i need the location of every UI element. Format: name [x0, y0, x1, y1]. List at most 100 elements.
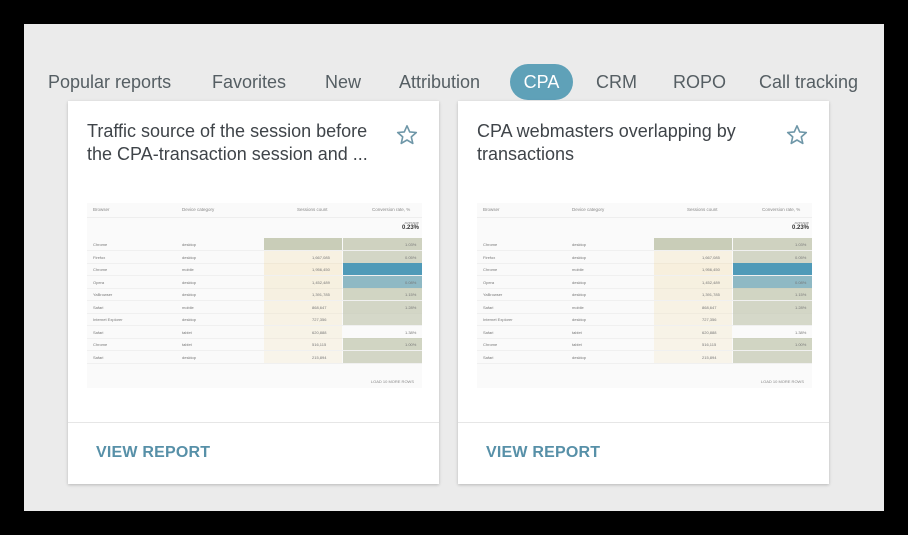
- reports-panel: Popular reports Favorites New Attributio…: [24, 24, 884, 511]
- rate-heat-cell: [733, 313, 812, 325]
- tab-call-tracking[interactable]: Call tracking: [759, 64, 858, 100]
- average-indicator: average 0.23%: [401, 220, 419, 231]
- rate-cell: 1.28%: [405, 304, 417, 310]
- table-row: YaBrowser desktop 1,391,785 1.15%: [477, 288, 812, 301]
- rate-cell: 0.05%: [405, 254, 417, 260]
- browser-cell: Chrome: [483, 242, 498, 247]
- device-cell: mobile: [182, 304, 194, 310]
- load-more-link: LOAD 10 MORE ROWS: [760, 379, 804, 384]
- device-cell: desktop: [182, 354, 197, 360]
- card-divider: [68, 422, 439, 423]
- browser-cell: Safari: [93, 304, 104, 310]
- load-more-link: LOAD 10 MORE ROWS: [370, 379, 414, 384]
- sessions-cell: 1,667,085: [312, 254, 330, 260]
- browser-cell: Safari: [483, 304, 494, 310]
- browser-cell: Safari: [483, 329, 494, 335]
- rate-heat-cell: [343, 263, 422, 275]
- sessions-cell: 620,888: [312, 329, 327, 335]
- rate-cell: 1.38%: [405, 329, 417, 335]
- rate-heat-cell: [733, 263, 812, 275]
- table-row: YaBrowser desktop 1,391,785 1.15%: [87, 288, 422, 301]
- sessions-heat-cell: [654, 250, 732, 263]
- sessions-heat-cell: [654, 275, 732, 288]
- table-row: Safari mobile 868,647 1.28%: [87, 300, 422, 314]
- device-cell: mobile: [182, 267, 194, 272]
- sessions-cell: 868,647: [702, 304, 717, 310]
- table-row: Chrome tablet 516,115 1.00%: [87, 338, 422, 351]
- sessions-heat-cell: [264, 275, 342, 288]
- device-cell: desktop: [182, 242, 197, 247]
- browser-cell: Firefox: [483, 254, 496, 260]
- star-icon[interactable]: [395, 123, 419, 147]
- report-card-title: CPA webmasters overlapping by transactio…: [477, 121, 736, 164]
- table-row: Opera desktop 1,452,489 0.08%: [87, 275, 422, 289]
- sessions-cell: 1,452,489: [312, 279, 330, 285]
- browser-cell: Chrome: [93, 267, 108, 272]
- sessions-heat-cell: [264, 238, 342, 250]
- device-cell: mobile: [572, 304, 584, 310]
- rate-cell: 1.03%: [795, 242, 807, 247]
- column-header: Sessions count: [297, 207, 328, 212]
- device-cell: desktop: [572, 242, 587, 247]
- device-cell: desktop: [182, 292, 197, 297]
- table-row: Safari tablet 620,888 1.38%: [477, 325, 812, 339]
- star-icon[interactable]: [785, 123, 809, 147]
- column-header: Device category: [182, 207, 215, 212]
- average-value: 0.23%: [401, 225, 419, 231]
- column-header: Browser: [93, 207, 110, 212]
- sessions-cell: 1,391,785: [312, 292, 330, 297]
- tab-new[interactable]: New: [325, 64, 361, 100]
- rate-cell: 0.08%: [405, 279, 417, 285]
- column-header: Conversion rate, %: [372, 207, 411, 212]
- browser-cell: Chrome: [483, 342, 498, 347]
- table-row: Firefox desktop 1,667,085 0.05%: [87, 250, 422, 264]
- rate-cell: 0.05%: [795, 254, 807, 260]
- rate-cell: 1.38%: [795, 329, 807, 335]
- sessions-heat-cell: [654, 300, 732, 313]
- rate-cell: 0.08%: [795, 279, 807, 285]
- sessions-heat-cell: [264, 263, 342, 275]
- sessions-heat-cell: [264, 313, 342, 325]
- tab-favorites[interactable]: Favorites: [212, 64, 286, 100]
- browser-cell: YaBrowser: [483, 292, 503, 297]
- browser-cell: Internet Explorer: [93, 317, 123, 322]
- browser-cell: Firefox: [93, 254, 106, 260]
- browser-cell: Safari: [93, 329, 104, 335]
- device-cell: tablet: [572, 329, 582, 335]
- device-cell: desktop: [182, 317, 197, 322]
- rate-cell: 1.15%: [795, 292, 807, 297]
- tab-cpa[interactable]: CPA: [510, 64, 573, 100]
- device-cell: desktop: [182, 279, 197, 285]
- table-row: Firefox desktop 1,667,085 0.05%: [477, 250, 812, 264]
- tab-popular-reports[interactable]: Popular reports: [48, 64, 171, 100]
- rate-cell: 1.00%: [405, 342, 417, 347]
- sessions-cell: 727,356: [702, 317, 717, 322]
- tab-crm[interactable]: CRM: [596, 64, 637, 100]
- table-row: Safari tablet 620,888 1.38%: [87, 325, 422, 339]
- browser-cell: Chrome: [93, 242, 108, 247]
- browser-cell: Safari: [93, 354, 104, 360]
- sessions-cell: 1,391,785: [702, 292, 720, 297]
- table-header: Browser Device category Sessions count Conv…: [477, 203, 812, 218]
- sessions-heat-cell: [654, 338, 732, 350]
- rate-cell: 1.28%: [795, 304, 807, 310]
- tab-attribution[interactable]: Attribution: [399, 64, 480, 100]
- device-cell: tablet: [182, 342, 192, 347]
- column-header: Device category: [572, 207, 605, 212]
- browser-cell: Opera: [483, 279, 495, 285]
- sessions-cell: 1,452,489: [702, 279, 720, 285]
- sessions-cell: 1,956,450: [312, 267, 330, 272]
- table-row: Opera desktop 1,452,489 0.08%: [477, 275, 812, 289]
- table-row: Chrome desktop 1.03%: [87, 238, 422, 251]
- browser-cell: Internet Explorer: [483, 317, 513, 322]
- view-report-button[interactable]: VIEW REPORT: [96, 444, 210, 462]
- view-report-button[interactable]: VIEW REPORT: [486, 444, 600, 462]
- sessions-heat-cell: [264, 288, 342, 300]
- device-cell: desktop: [572, 354, 587, 360]
- report-category-tabs: Popular reports Favorites New Attributio…: [24, 64, 884, 100]
- report-card: Traffic source of the session before the…: [68, 101, 439, 484]
- tab-ropo[interactable]: ROPO: [673, 64, 726, 100]
- table-row: Chrome tablet 516,115 1.00%: [477, 338, 812, 351]
- rate-heat-cell: [733, 350, 812, 363]
- table-row: Chrome mobile 1,956,450: [87, 263, 422, 276]
